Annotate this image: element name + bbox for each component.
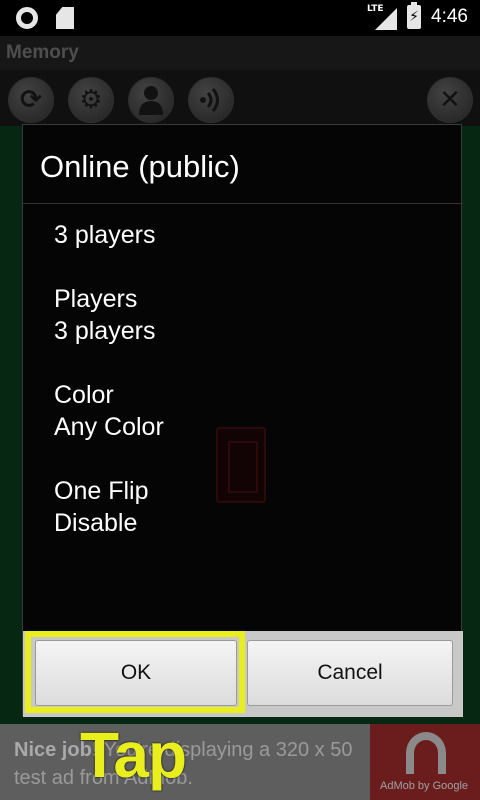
option-players: Players 3 players <box>54 283 164 347</box>
sd-card-icon <box>56 7 74 29</box>
option-value: 3 players <box>54 317 156 345</box>
option-label: Color <box>54 381 114 409</box>
option-label: Players <box>54 285 138 313</box>
card-back-icon <box>216 427 266 503</box>
option-value: Disable <box>54 509 138 537</box>
admob-logo: AdMob by Google <box>370 724 480 800</box>
admob-mark-icon <box>406 732 446 774</box>
option-value: Any Color <box>54 413 164 441</box>
battery-charging-icon: ⚡ <box>407 2 422 29</box>
status-time: 4:46 <box>431 6 468 27</box>
lte-signal-icon: LTE <box>367 4 398 30</box>
dialog-divider <box>23 203 463 204</box>
dialog-body: 3 players Players 3 players Color Any Co… <box>54 219 164 571</box>
online-game-dialog: Online (public) 3 players Players 3 play… <box>22 124 463 717</box>
ad-banner[interactable]: Nice job! You're displaying a 320 x 50 t… <box>0 724 480 800</box>
dialog-title: Online (public) <box>40 149 240 184</box>
tap-highlight-box <box>25 631 245 713</box>
option-label: One Flip <box>54 477 149 505</box>
ad-text: Nice job! You're displaying a 320 x 50 t… <box>14 736 374 792</box>
status-bar: LTE ⚡ 4:46 <box>0 0 480 36</box>
notification-circle-icon <box>16 7 38 29</box>
ad-logo-caption: AdMob by Google <box>380 780 469 792</box>
tap-instruction-label: Tap <box>80 719 187 791</box>
cancel-button[interactable]: Cancel <box>247 640 453 706</box>
option-one-flip: One Flip Disable <box>54 475 164 539</box>
battery-glyph: ⚡ <box>409 9 419 25</box>
option-color: Color Any Color <box>54 379 164 443</box>
game-summary: 3 players <box>54 221 156 249</box>
